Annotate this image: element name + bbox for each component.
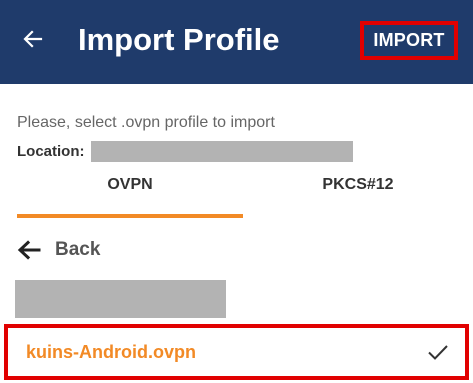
arrow-left-icon [23, 30, 43, 48]
arrow-left-icon [17, 240, 41, 260]
location-label: Location: [17, 142, 85, 160]
redacted-location-path [90, 140, 353, 162]
page-title: Import Profile [78, 22, 280, 57]
tab-pkcs12[interactable]: PKCS#12 [243, 176, 473, 220]
file-name: kuins-Android.ovpn [26, 341, 196, 362]
back-navigation-item[interactable]: Back [17, 235, 100, 265]
instructions-text: Please, select .ovpn profile to import [17, 114, 275, 131]
app-bar: Import Profile IMPORT [0, 0, 473, 84]
redacted-file-item[interactable] [15, 280, 226, 318]
checkmark-icon [428, 345, 448, 360]
location-row: Location: [17, 140, 353, 162]
file-list-item-selected[interactable]: kuins-Android.ovpn [4, 324, 469, 380]
active-tab-indicator [17, 214, 243, 218]
back-label: Back [55, 239, 101, 260]
back-arrow-button[interactable] [18, 24, 48, 54]
import-button[interactable]: IMPORT [360, 21, 458, 60]
